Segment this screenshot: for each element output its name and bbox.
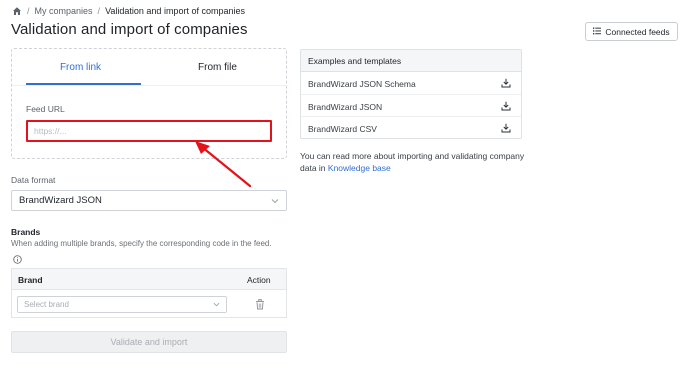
breadcrumb: / My companies / Validation and import o…: [12, 5, 245, 17]
download-icon[interactable]: [501, 78, 511, 88]
annotation-arrow-icon: [195, 141, 252, 188]
connected-feeds-label: Connected feeds: [605, 26, 670, 37]
brand-select-placeholder: Select brand: [24, 300, 69, 309]
source-tabs: From link From file: [12, 49, 286, 85]
knowledge-base-link[interactable]: Knowledge base: [328, 163, 391, 173]
info-text: You can read more about importing and va…: [300, 150, 525, 174]
brands-table-header: Brand Action: [12, 269, 286, 290]
tab-from-link[interactable]: From link: [12, 49, 149, 85]
validate-and-import-button[interactable]: Validate and import: [11, 331, 287, 353]
example-row[interactable]: BrandWizard CSV: [301, 117, 521, 140]
chevron-down-icon: [271, 197, 279, 205]
brands-table: Brand Action Select brand: [11, 268, 287, 318]
home-icon[interactable]: [12, 6, 22, 16]
breadcrumb-separator: /: [27, 6, 30, 16]
breadcrumb-current: Validation and import of companies: [105, 6, 245, 16]
example-row[interactable]: BrandWizard JSON Schema: [301, 72, 521, 95]
data-format-value: BrandWizard JSON: [19, 195, 102, 206]
column-header-action: Action: [247, 275, 271, 285]
download-icon[interactable]: [501, 123, 511, 133]
examples-title: Examples and templates: [301, 50, 521, 72]
brands-hint: When adding multiple brands, specify the…: [11, 239, 272, 248]
examples-panel: Examples and templates BrandWizard JSON …: [300, 49, 522, 139]
trash-icon[interactable]: [255, 297, 265, 310]
example-row[interactable]: BrandWizard JSON: [301, 95, 521, 117]
brands-title: Brands: [11, 227, 41, 237]
data-format-select[interactable]: BrandWizard JSON: [11, 190, 287, 211]
tab-divider: [12, 85, 286, 86]
example-name: BrandWizard JSON Schema: [308, 79, 416, 89]
data-format-label: Data format: [11, 175, 56, 185]
example-name: BrandWizard JSON: [308, 101, 383, 112]
download-icon[interactable]: [501, 101, 511, 111]
connected-feeds-button[interactable]: Connected feeds: [585, 22, 678, 41]
breadcrumb-separator: /: [97, 6, 101, 16]
feed-url-label: Feed URL: [26, 104, 65, 114]
page-title: Validation and import of companies: [11, 21, 248, 38]
brand-select[interactable]: Select brand: [17, 296, 227, 313]
info-icon[interactable]: [13, 251, 22, 264]
list-icon: [593, 27, 602, 37]
breadcrumb-my-companies[interactable]: My companies: [35, 6, 93, 16]
tab-from-file[interactable]: From file: [149, 49, 286, 85]
column-header-brand: Brand: [18, 275, 43, 285]
example-name: BrandWizard CSV: [308, 124, 377, 134]
chevron-down-icon: [213, 301, 220, 308]
